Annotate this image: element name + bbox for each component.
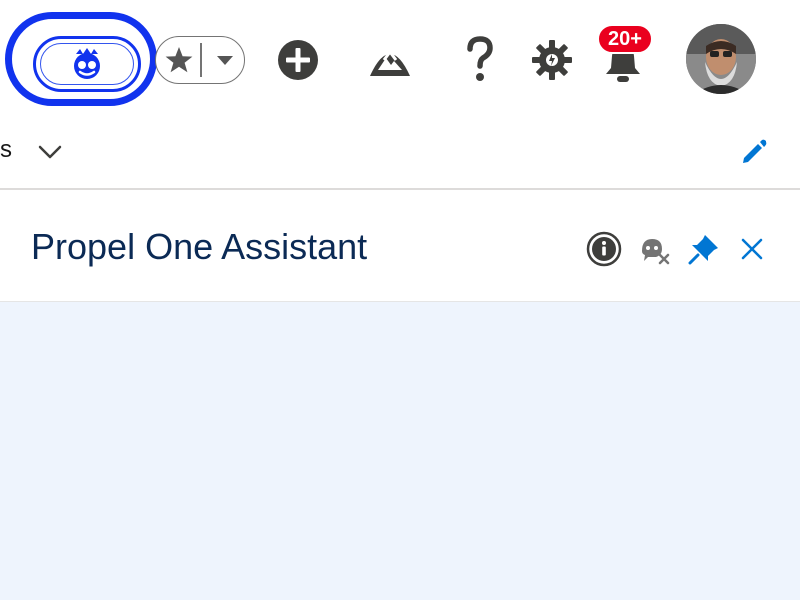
help-button[interactable] xyxy=(460,34,500,86)
pencil-icon[interactable] xyxy=(738,136,770,168)
chevron-down-icon[interactable] xyxy=(36,138,64,166)
app-nav-bar xyxy=(0,120,800,190)
close-icon xyxy=(741,238,763,260)
favorites-group xyxy=(155,36,245,84)
trailhead-icon xyxy=(370,49,410,76)
agent-button[interactable] xyxy=(33,36,141,92)
nav-item-label-partial[interactable]: s xyxy=(0,136,12,164)
global-actions-button[interactable] xyxy=(276,38,320,82)
setup-button[interactable] xyxy=(530,38,574,82)
avatar-photo xyxy=(686,24,756,94)
notifications-badge: 20+ xyxy=(597,24,653,54)
favorites-divider xyxy=(200,43,202,77)
user-avatar[interactable] xyxy=(686,24,756,94)
pin-icon xyxy=(688,235,718,265)
question-icon xyxy=(467,36,493,81)
plus-circle-icon xyxy=(278,40,318,80)
trailhead-button[interactable] xyxy=(366,38,414,82)
agentforce-icon xyxy=(74,48,100,79)
panel-title: Propel One Assistant xyxy=(31,226,368,267)
info-button[interactable] xyxy=(586,231,622,267)
hide-chat-button[interactable] xyxy=(636,231,672,267)
chat-hide-icon xyxy=(642,239,670,265)
star-icon[interactable] xyxy=(162,43,196,77)
pin-button[interactable] xyxy=(686,231,722,267)
gear-icon xyxy=(532,40,572,80)
caret-down-icon[interactable] xyxy=(210,45,240,75)
close-button[interactable] xyxy=(734,231,770,267)
info-icon xyxy=(586,231,622,267)
